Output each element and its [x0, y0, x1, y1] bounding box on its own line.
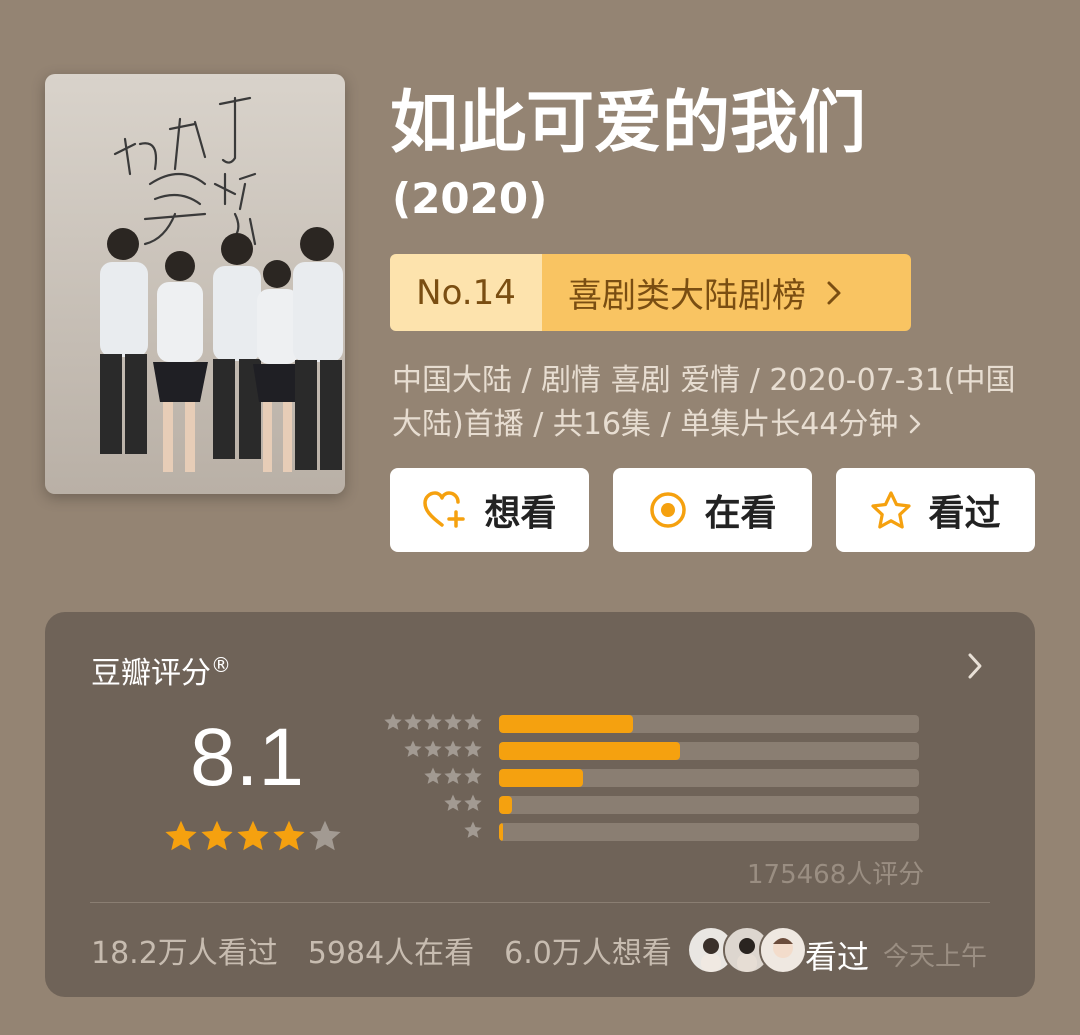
rating-title: 豆瓣评分® — [91, 648, 231, 692]
star-small-icon — [463, 793, 483, 817]
rating-distribution-row — [377, 764, 919, 791]
chevron-right-icon[interactable] — [965, 650, 985, 686]
rank-banner[interactable]: No.14 喜剧类大陆剧榜 — [390, 254, 911, 331]
rating-bar-fill — [499, 714, 634, 733]
heart-plus-icon — [422, 490, 468, 530]
rating-distribution-row — [377, 791, 919, 818]
rating-bar-fill — [499, 768, 583, 787]
action-buttons: 想看 在看 看过 — [390, 468, 1035, 552]
row-stars — [377, 766, 483, 790]
rank-list: 喜剧类大陆剧榜 — [542, 254, 911, 331]
stat-watching: 5984人在看 — [307, 936, 475, 971]
rating-distribution-row — [377, 818, 919, 845]
rating-bar-track — [499, 822, 919, 841]
rating-bar-fill — [499, 741, 680, 760]
rating-distribution — [377, 710, 919, 845]
star-small-icon — [443, 712, 463, 736]
rank-number: No.14 — [390, 254, 542, 331]
meta-info[interactable]: 中国大陆 / 剧情 喜剧 爱情 / 2020-07-31(中国大陆)首播 / 共… — [392, 359, 1032, 449]
row-stars — [377, 712, 483, 736]
star-small-icon — [383, 712, 403, 736]
divider — [90, 902, 990, 903]
star-small-icon — [423, 712, 443, 736]
watching-label: 在看 — [704, 493, 777, 534]
watched-button[interactable]: 看过 — [836, 468, 1035, 552]
star-small-icon — [463, 766, 483, 790]
rating-bar-track — [499, 741, 919, 760]
friends-watched-label: 看过 — [805, 938, 870, 976]
watched-label: 看过 — [928, 493, 1001, 534]
score-stars — [163, 818, 343, 858]
star-small-icon — [463, 739, 483, 763]
rating-bar-track — [499, 714, 919, 733]
rating-bar-track — [499, 768, 919, 787]
star-small-icon — [423, 739, 443, 763]
star-filled-icon — [199, 818, 235, 858]
star-filled-icon — [235, 818, 271, 858]
rating-card[interactable]: 豆瓣评分® 8.1 175468人评分 18.2万人看过 5984人在看 6.0万人… — [45, 612, 1035, 997]
star-small-icon — [443, 739, 463, 763]
page-title: 如此可爱的我们 — [390, 84, 867, 163]
watching-button[interactable]: 在看 — [613, 468, 812, 552]
rating-distribution-row — [377, 710, 919, 737]
chevron-right-icon — [908, 405, 922, 449]
star-small-icon — [463, 712, 483, 736]
avatar — [759, 926, 807, 974]
release-year: (2020) — [392, 174, 548, 223]
stats-row: 18.2万人看过 5984人在看 6.0万人想看 — [91, 928, 702, 972]
star-empty-icon — [307, 818, 343, 858]
rating-count: 175468人评分 — [747, 860, 925, 890]
stat-want: 6.0万人想看 — [504, 936, 672, 971]
star-small-icon — [443, 793, 463, 817]
want-label: 想看 — [484, 493, 557, 534]
friend-avatars[interactable] — [687, 926, 807, 974]
stat-watched: 18.2万人看过 — [91, 936, 278, 971]
star-icon — [870, 490, 912, 530]
rating-distribution-row — [377, 737, 919, 764]
row-stars — [377, 739, 483, 763]
rank-list-label: 喜剧类大陆剧榜 — [568, 276, 806, 316]
star-small-icon — [423, 766, 443, 790]
want-to-watch-button[interactable]: 想看 — [390, 468, 589, 552]
star-filled-icon — [163, 818, 199, 858]
star-small-icon — [403, 712, 423, 736]
rating-score: 8.1 — [190, 712, 304, 803]
friends-watched-time: 今天上午 — [883, 942, 988, 972]
rating-bar-track — [499, 795, 919, 814]
row-stars — [377, 820, 483, 844]
poster-image[interactable] — [45, 74, 345, 494]
rating-bar-fill — [499, 822, 504, 841]
star-small-icon — [403, 739, 423, 763]
row-stars — [377, 793, 483, 817]
rating-title-text: 豆瓣评分 — [91, 656, 211, 691]
rating-bar-fill — [499, 795, 512, 814]
chevron-right-icon — [824, 278, 844, 308]
target-icon — [648, 490, 688, 530]
star-small-icon — [463, 820, 483, 844]
star-small-icon — [443, 766, 463, 790]
star-filled-icon — [271, 818, 307, 858]
registered-mark: ® — [211, 653, 231, 677]
